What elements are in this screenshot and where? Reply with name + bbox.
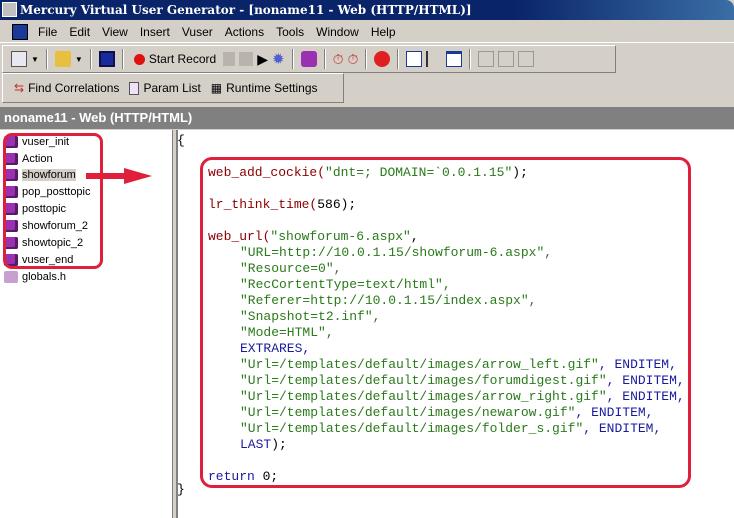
find-correlations-button[interactable]: ⇆ Find Correlations: [11, 77, 122, 99]
menu-vuser[interactable]: Vuser: [176, 25, 219, 39]
split-icon[interactable]: [498, 51, 515, 67]
menu-bar: File Edit View Insert Vuser Actions Tool…: [0, 21, 734, 43]
menu-window[interactable]: Window: [310, 25, 365, 39]
separator: [397, 49, 400, 69]
separator: [45, 49, 48, 69]
tree-item-label: globals.h: [22, 271, 67, 283]
runtime-settings-icon: ▦: [210, 81, 223, 95]
play-icon[interactable]: ▶: [257, 51, 268, 68]
script-view-icon[interactable]: [406, 51, 423, 67]
main-toolbar: ▼ ▼ Start Record ▶ ✹ ⏱ ⏱: [2, 45, 616, 73]
red-arrow-icon: [86, 168, 152, 184]
menu-actions[interactable]: Actions: [219, 25, 270, 39]
correlation-icon: ⇆: [14, 81, 25, 95]
separator: [89, 49, 92, 69]
rendezvous-icon[interactable]: [374, 51, 391, 67]
action-block-icon[interactable]: [300, 51, 317, 67]
runtime-settings-button[interactable]: ▦ Runtime Settings: [208, 77, 321, 99]
panel-title: noname11 - Web (HTTP/HTML): [0, 107, 734, 129]
close-brace: }: [177, 482, 185, 497]
menu-view[interactable]: View: [96, 25, 134, 39]
window-title: Mercury Virtual User Generator - [noname…: [20, 3, 472, 17]
open-folder-icon[interactable]: [54, 51, 71, 67]
start-record-label: Start Record: [148, 52, 217, 66]
separator: [291, 49, 294, 69]
document-icon: [12, 23, 28, 40]
app-icon: [2, 2, 17, 17]
menu-insert[interactable]: Insert: [134, 25, 176, 39]
start-record-button[interactable]: Start Record: [131, 48, 219, 70]
menu-file[interactable]: File: [32, 25, 63, 39]
secondary-toolbar: ⇆ Find Correlations Param List ▦ Runtime S…: [2, 73, 344, 103]
highlight-box-code: [200, 157, 691, 488]
param-list-icon: [129, 81, 140, 95]
menu-tools[interactable]: Tools: [270, 25, 310, 39]
compile-gear-icon[interactable]: ✹: [272, 50, 285, 68]
menu-help[interactable]: Help: [365, 25, 402, 39]
param-list-label: Param List: [143, 81, 201, 95]
pause-icon[interactable]: [223, 52, 236, 66]
step-play-icon[interactable]: [478, 51, 495, 67]
separator: [121, 49, 124, 69]
separator: [323, 49, 326, 69]
start-transaction-icon[interactable]: ⏱: [333, 51, 344, 68]
param-list-button[interactable]: Param List: [126, 77, 203, 99]
record-icon: [133, 53, 145, 65]
separator: [365, 49, 368, 69]
end-transaction-icon[interactable]: ⏱: [347, 51, 358, 68]
tree-view-icon[interactable]: [426, 51, 442, 67]
runtime-settings-label: Runtime Settings: [226, 81, 318, 95]
stop-icon[interactable]: [239, 52, 254, 66]
open-brace: {: [177, 133, 185, 148]
window-title-bar: Mercury Virtual User Generator - [noname…: [0, 0, 734, 20]
save-icon[interactable]: [98, 51, 115, 67]
breakpoint-icon[interactable]: [518, 51, 535, 67]
new-script-icon[interactable]: [11, 51, 27, 67]
highlight-box-actions: [3, 133, 103, 269]
find-correlations-label: Find Correlations: [28, 81, 120, 95]
separator: [469, 49, 472, 69]
tree-item-globals-h[interactable]: globals.h: [4, 269, 66, 285]
header-file-icon: [4, 271, 18, 283]
output-view-icon[interactable]: [446, 51, 463, 67]
menu-edit[interactable]: Edit: [63, 25, 96, 39]
